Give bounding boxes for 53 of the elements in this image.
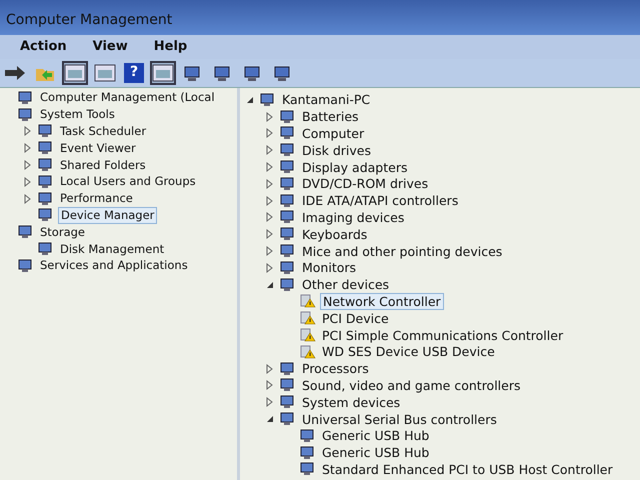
panel-icon[interactable] bbox=[64, 62, 86, 82]
tree-item[interactable]: Imaging devices bbox=[300, 210, 406, 225]
device-icon bbox=[38, 208, 54, 222]
help-button[interactable]: ? bbox=[124, 62, 144, 82]
device-icon bbox=[38, 242, 54, 256]
menu-item[interactable]: Action bbox=[20, 37, 67, 56]
tree-item[interactable]: WD SES Device USB Device bbox=[320, 344, 497, 360]
window-title: Computer Management bbox=[0, 0, 640, 35]
tree-item[interactable]: Mice and other pointing devices bbox=[300, 244, 504, 259]
tree-item[interactable]: Monitors bbox=[300, 260, 358, 276]
tree-item[interactable]: Disk Management bbox=[58, 242, 166, 257]
tree-item[interactable]: Universal Serial Bus controllers bbox=[300, 412, 499, 427]
tree-item[interactable]: Services and Applications bbox=[38, 258, 190, 274]
tree-item[interactable]: Task Scheduler bbox=[58, 124, 148, 139]
panel-icon[interactable] bbox=[94, 62, 116, 82]
device-icon bbox=[38, 174, 54, 189]
tree-item[interactable]: Performance bbox=[58, 191, 135, 206]
tree-item[interactable]: DVD/CD-ROM drives bbox=[300, 176, 430, 192]
tree-item[interactable]: IDE ATA/ATAPI controllers bbox=[300, 193, 460, 208]
tree-item[interactable]: System devices bbox=[300, 394, 402, 410]
tree-item[interactable]: Computer Management (Local bbox=[38, 90, 217, 106]
tree-item[interactable]: Network Controller bbox=[320, 292, 444, 310]
device-icon bbox=[18, 225, 34, 240]
tree-item[interactable]: Other devices bbox=[300, 277, 392, 292]
tree-item[interactable]: Processors bbox=[300, 361, 371, 376]
tree-item[interactable]: PCI Simple Communications Controller bbox=[320, 328, 566, 343]
device-icon bbox=[18, 258, 34, 273]
tree-item[interactable]: Disk drives bbox=[300, 142, 373, 158]
device-icon bbox=[38, 192, 54, 206]
tree-item[interactable]: Event Viewer bbox=[58, 140, 138, 156]
tree-item[interactable]: Generic USB Hub bbox=[320, 445, 432, 460]
panel-icon[interactable] bbox=[152, 62, 174, 82]
tree-item[interactable]: Computer bbox=[300, 126, 366, 141]
device-icon bbox=[38, 158, 54, 172]
device-icon bbox=[38, 124, 54, 138]
tree-item[interactable]: System Tools bbox=[38, 107, 117, 122]
tree-item[interactable]: Local Users and Groups bbox=[58, 174, 198, 190]
tree-item[interactable]: Kantamani-PC bbox=[280, 92, 372, 108]
tree-item[interactable]: Keyboards bbox=[300, 226, 370, 242]
tree-item[interactable]: Sound, video and game controllers bbox=[300, 378, 522, 393]
device-icon bbox=[18, 108, 34, 122]
tree-item[interactable]: Device Manager bbox=[58, 206, 158, 224]
tree-item[interactable]: Generic USB Hub bbox=[320, 428, 432, 444]
tree-item[interactable]: Display adapters bbox=[300, 160, 410, 175]
menu-item[interactable]: Help bbox=[154, 37, 188, 56]
menu-item[interactable]: View bbox=[92, 37, 128, 56]
tree-item[interactable]: Shared Folders bbox=[58, 158, 148, 173]
tree-item[interactable]: PCI Device bbox=[320, 310, 391, 326]
tree-item[interactable]: Batteries bbox=[300, 109, 361, 124]
tree-item[interactable]: Standard Enhanced PCI to USB Host Controller bbox=[320, 462, 615, 477]
device-icon bbox=[38, 141, 54, 156]
device-icon bbox=[18, 90, 34, 105]
tree-item[interactable]: Storage bbox=[38, 224, 87, 240]
